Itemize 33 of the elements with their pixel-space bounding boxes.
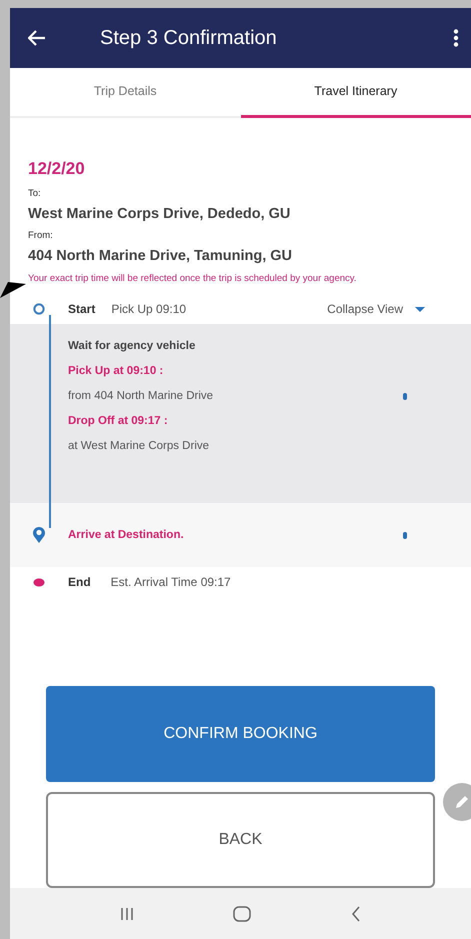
time-heading: Drop Off at 09:17 : (68, 414, 169, 430)
collapse-view-toggle[interactable]: Collapse View (327, 300, 425, 318)
time-heading: Arrive at Destination. (68, 528, 185, 543)
start-label: Start (68, 301, 96, 318)
destination-address: West Marine Corps Drive, Dededo, GU (28, 205, 292, 224)
from-label: From: (28, 229, 54, 243)
back-button[interactable]: BACK (46, 792, 435, 888)
location-pin-icon (32, 526, 46, 544)
origin-address: 404 North Marine Drive, Tamuning, GU (28, 247, 294, 266)
tab[interactable]: Travel Itinerary (240, 68, 471, 118)
back-icon[interactable] (351, 906, 362, 922)
end-dot-icon (33, 578, 45, 587)
home-icon[interactable] (233, 906, 252, 922)
notice-text: Your exact trip time will be reflected once the trip is scheduled by your agency. (28, 272, 358, 286)
start-detail: Pick Up 09:10 (111, 301, 186, 318)
tab[interactable]: Trip Details (10, 68, 240, 118)
step-title: Wait for agency vehicle (68, 339, 196, 354)
confirm-booking-button[interactable]: CONFIRM BOOKING (46, 686, 435, 782)
recent-apps-icon[interactable] (120, 906, 134, 921)
time-heading: Pick Up at 09:10 : (68, 364, 164, 380)
start-circle-icon (33, 303, 45, 316)
back-arrow-icon[interactable] (28, 30, 46, 46)
pencil-icon (454, 794, 470, 810)
to-label: To: (28, 187, 42, 201)
end-detail: Est. Arrival Time 09:17 (110, 574, 231, 592)
step-detail: at West Marine Corps Drive (68, 439, 210, 454)
step-detail: from 404 North Marine Drive (68, 389, 214, 404)
trip-date: 12/2/20 (28, 158, 86, 180)
pointer-arrow-icon (0, 280, 26, 298)
screen-title: Step 3 Confirmation (100, 26, 278, 50)
end-label: End (68, 574, 91, 592)
caret-icon (415, 307, 425, 314)
more-menu-icon[interactable] (453, 28, 459, 47)
